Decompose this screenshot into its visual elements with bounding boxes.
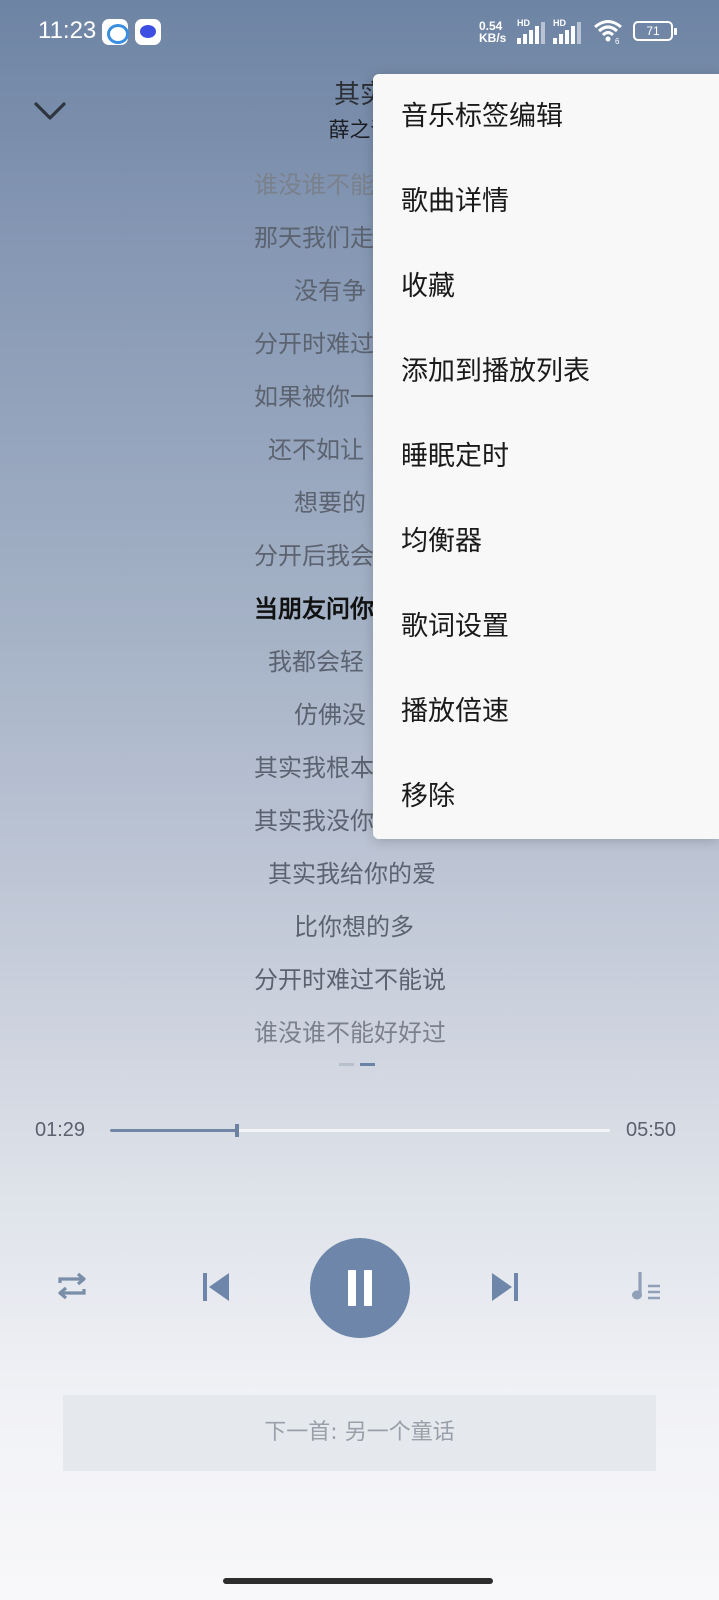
lyric-line: 谁没谁不能	[254, 171, 374, 199]
progress-slider[interactable]	[110, 1124, 610, 1137]
menu-item-remove[interactable]: 移除	[373, 754, 719, 839]
status-time: 11:23	[38, 17, 97, 44]
wifi-icon: 6	[594, 20, 622, 44]
status-bar: 11:23 0.54 KB/s HD HD 6 71	[0, 0, 719, 64]
lyric-line: 想要的	[294, 489, 366, 517]
network-speed: 0.54 KB/s	[479, 20, 506, 44]
lyric-line: 我都会轻	[268, 648, 364, 676]
menu-item-sleep-timer[interactable]: 睡眠定时	[373, 414, 719, 499]
time-current: 01:29	[35, 1119, 86, 1141]
home-indicator[interactable]	[223, 1578, 493, 1584]
time-total: 05:50	[626, 1119, 677, 1141]
lyric-line: 没有争	[294, 277, 366, 305]
page-dot-active	[360, 1063, 375, 1066]
lyric-line: 那天我们走	[254, 224, 374, 252]
signal-icon-2	[553, 20, 583, 44]
skip-next-icon[interactable]	[484, 1267, 524, 1307]
lyric-line: 分开时难过不能说	[254, 966, 446, 994]
app-notification-icon	[102, 19, 129, 45]
menu-item-favorite[interactable]: 收藏	[373, 244, 719, 329]
lyric-line: 谁没谁不能好好过	[254, 1019, 446, 1047]
app-notification-icon-2	[135, 19, 161, 45]
next-song-banner[interactable]: 下一首: 另一个童话	[63, 1395, 656, 1471]
repeat-icon[interactable]	[52, 1266, 92, 1306]
network-speed-unit: KB/s	[479, 31, 507, 45]
menu-item-playback-speed[interactable]: 播放倍速	[373, 669, 719, 754]
more-options-menu: 音乐标签编辑 歌曲详情 收藏 添加到播放列表 睡眠定时 均衡器 歌词设置 播放倍…	[373, 74, 719, 839]
progress-fill	[110, 1129, 238, 1132]
lyric-line: 其实我没你	[254, 807, 374, 835]
signal-icon	[517, 20, 547, 44]
lyric-line: 还不如让	[268, 436, 364, 464]
menu-item-song-details[interactable]: 歌曲详情	[373, 159, 719, 244]
progress-thumb[interactable]	[235, 1124, 240, 1137]
skip-previous-icon[interactable]	[197, 1267, 237, 1307]
lyric-line: 比你想的多	[294, 913, 414, 941]
wifi-label: 6	[615, 37, 620, 44]
lyric-line: 仿佛没	[294, 701, 366, 729]
chevron-down-icon[interactable]	[30, 92, 70, 132]
lyric-line: 分开时难过	[254, 330, 374, 358]
lyric-line: 其实我根本	[254, 754, 374, 782]
pause-button[interactable]	[310, 1238, 410, 1338]
page-indicator[interactable]	[339, 1063, 379, 1067]
menu-item-lyric-settings[interactable]: 歌词设置	[373, 584, 719, 669]
playlist-icon[interactable]	[628, 1266, 668, 1306]
menu-item-add-to-playlist[interactable]: 添加到播放列表	[373, 329, 719, 414]
lyric-line: 如果被你一	[254, 383, 374, 411]
menu-item-equalizer[interactable]: 均衡器	[373, 499, 719, 584]
lyric-line-current: 当朋友问你	[254, 595, 374, 623]
lyric-line: 其实我给你的爱	[268, 860, 436, 888]
page-dot	[339, 1063, 354, 1066]
lyric-line: 分开后我会	[254, 542, 374, 570]
menu-item-tag-edit[interactable]: 音乐标签编辑	[373, 74, 719, 159]
battery-icon: 71	[633, 21, 677, 41]
